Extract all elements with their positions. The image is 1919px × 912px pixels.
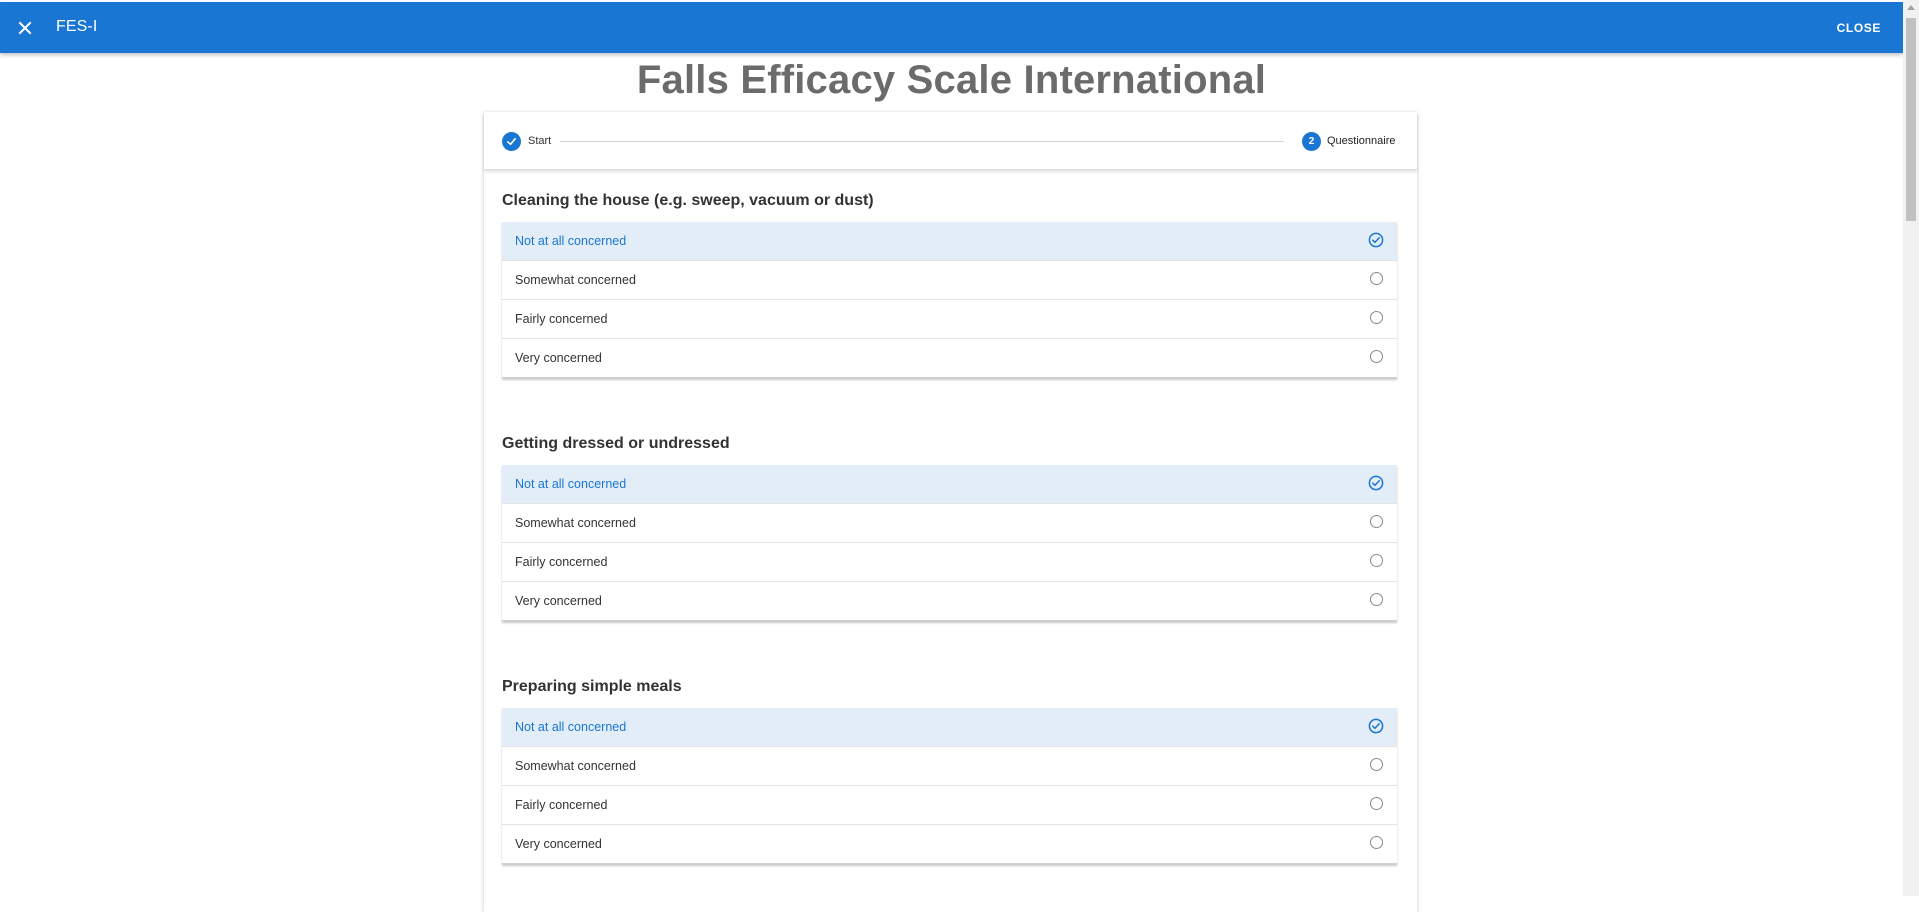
- scrollbar-thumb[interactable]: [1906, 18, 1916, 221]
- questionnaire-card: Start 2 Questionnaire Cleaning the house…: [484, 112, 1417, 912]
- answer-option[interactable]: Not at all concerned: [502, 222, 1397, 260]
- answer-option-label: Fairly concerned: [515, 555, 608, 569]
- question-title: Getting dressed or undressed: [502, 435, 730, 452]
- radio-unchecked-icon[interactable]: [1370, 836, 1383, 849]
- radio-unchecked-icon[interactable]: [1370, 272, 1383, 285]
- step-start-label[interactable]: Start: [528, 135, 551, 147]
- scroll-up-arrow-icon[interactable]: [1907, 5, 1915, 10]
- vertical-scrollbar[interactable]: [1903, 0, 1919, 896]
- answer-options: Not at all concerned Somewhat concerned Fa…: [502, 465, 1397, 621]
- radio-unchecked-icon[interactable]: [1370, 350, 1383, 363]
- answer-option-label: Fairly concerned: [515, 312, 608, 326]
- stepper: Start 2 Questionnaire: [484, 112, 1417, 170]
- answer-option-label: Not at all concerned: [515, 234, 627, 248]
- close-button[interactable]: CLOSE: [1837, 21, 1881, 35]
- app-title: FES-I: [56, 18, 98, 35]
- step-questionnaire-number[interactable]: 2: [1302, 132, 1321, 151]
- answer-option[interactable]: Somewhat concerned: [502, 746, 1397, 785]
- answer-option-label: Not at all concerned: [515, 477, 627, 491]
- answer-option-label: Fairly concerned: [515, 798, 608, 812]
- answer-option[interactable]: Very concerned: [502, 824, 1397, 863]
- radio-unchecked-icon[interactable]: [1370, 758, 1383, 771]
- answer-option-label: Not at all concerned: [515, 720, 627, 734]
- step-questionnaire-label[interactable]: Questionnaire: [1327, 135, 1396, 147]
- answer-option[interactable]: Somewhat concerned: [502, 260, 1397, 299]
- step-start-check-icon[interactable]: [502, 132, 521, 151]
- app-bar: FES-I CLOSE: [0, 2, 1903, 53]
- radio-unchecked-icon[interactable]: [1370, 515, 1383, 528]
- answer-option[interactable]: Very concerned: [502, 581, 1397, 620]
- answer-option-label: Somewhat concerned: [515, 516, 636, 530]
- answer-option[interactable]: Very concerned: [502, 338, 1397, 377]
- answer-option[interactable]: Fairly concerned: [502, 785, 1397, 824]
- page-title: Falls Efficacy Scale International: [636, 58, 1267, 102]
- radio-unchecked-icon[interactable]: [1370, 593, 1383, 606]
- radio-checked-icon[interactable]: [1368, 232, 1384, 248]
- answer-option[interactable]: Not at all concerned: [502, 708, 1397, 746]
- radio-unchecked-icon[interactable]: [1370, 554, 1383, 567]
- answer-option[interactable]: Fairly concerned: [502, 542, 1397, 581]
- answer-option-label: Very concerned: [515, 594, 602, 608]
- answer-option[interactable]: Not at all concerned: [502, 465, 1397, 503]
- answer-option-label: Very concerned: [515, 351, 602, 365]
- answer-option[interactable]: Somewhat concerned: [502, 503, 1397, 542]
- answer-option-label: Very concerned: [515, 837, 602, 851]
- answer-option-label: Somewhat concerned: [515, 273, 636, 287]
- answer-options: Not at all concerned Somewhat concerned Fa…: [502, 708, 1397, 864]
- question-title: Cleaning the house (e.g. sweep, vacuum o…: [502, 192, 874, 209]
- radio-checked-icon[interactable]: [1368, 475, 1384, 491]
- answer-options: Not at all concerned Somewhat concerned Fa…: [502, 222, 1397, 378]
- answer-option-label: Somewhat concerned: [515, 759, 636, 773]
- close-icon[interactable]: [12, 15, 38, 41]
- radio-unchecked-icon[interactable]: [1370, 797, 1383, 810]
- radio-checked-icon[interactable]: [1368, 718, 1384, 734]
- radio-unchecked-icon[interactable]: [1370, 311, 1383, 324]
- answer-option[interactable]: Fairly concerned: [502, 299, 1397, 338]
- step-connector: [560, 141, 1284, 142]
- question-title: Preparing simple meals: [502, 678, 682, 695]
